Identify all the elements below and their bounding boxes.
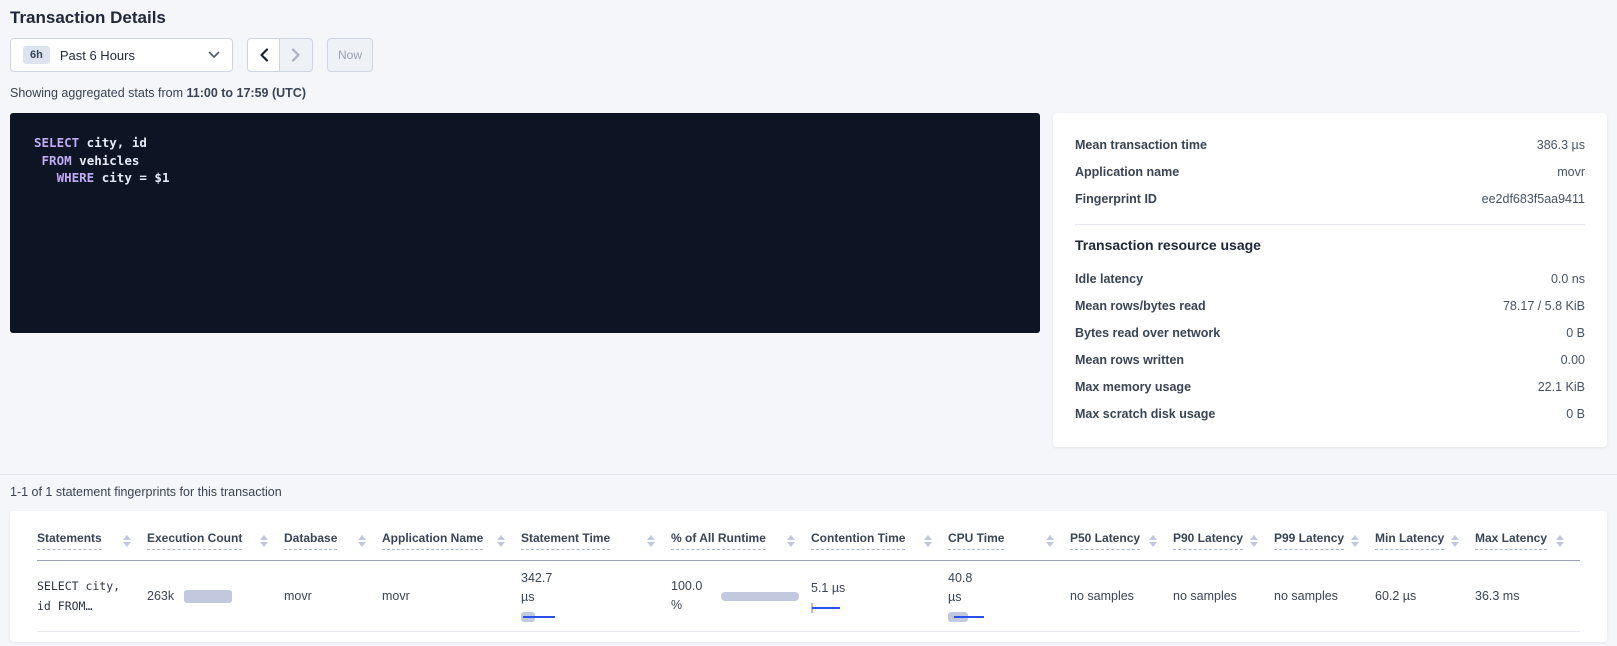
resource-row-idle-latency: Idle latency 0.0 ns bbox=[1075, 265, 1585, 292]
summary-divider bbox=[1075, 224, 1585, 225]
column-header-p50-latency[interactable]: P50 Latency bbox=[1070, 523, 1173, 561]
execution-count-bar bbox=[184, 590, 232, 603]
resource-row-max-memory-usage: Max memory usage 22.1 KiB bbox=[1075, 373, 1585, 400]
cell-application-name: movr bbox=[382, 561, 521, 632]
time-range-badge: 6h bbox=[23, 46, 50, 64]
sort-icon[interactable] bbox=[787, 535, 795, 547]
resource-row-max-scratch-disk-usage: Max scratch disk usage 0 B bbox=[1075, 400, 1585, 427]
now-button[interactable]: Now bbox=[327, 38, 373, 72]
aggregation-range-prefix: Showing aggregated stats from bbox=[10, 86, 187, 100]
cell-statement-time: 342.7 µs bbox=[521, 561, 671, 632]
statements-count-caption: 1-1 of 1 statement fingerprints for this… bbox=[10, 485, 1607, 499]
column-header-min-latency[interactable]: Min Latency bbox=[1375, 523, 1475, 561]
cell-pct-runtime: 100.0 % bbox=[671, 561, 811, 632]
time-range-dropdown[interactable]: 6h Past 6 Hours bbox=[10, 38, 233, 72]
sort-icon[interactable] bbox=[1250, 535, 1258, 547]
time-controls: 6h Past 6 Hours Now bbox=[10, 38, 1607, 72]
column-header-contention-time[interactable]: Contention Time bbox=[811, 523, 948, 561]
sql-keyword: SELECT bbox=[34, 135, 79, 150]
chevron-left-icon bbox=[259, 48, 269, 62]
aggregation-range-text: Showing aggregated stats from 11:00 to 1… bbox=[10, 86, 1607, 100]
column-header-execution-count[interactable]: Execution Count bbox=[147, 523, 284, 561]
previous-time-button[interactable] bbox=[247, 38, 280, 72]
chevron-right-icon bbox=[291, 48, 301, 62]
statements-table-card: Statements Execution Count Database Appl… bbox=[10, 511, 1607, 642]
statements-table: Statements Execution Count Database Appl… bbox=[37, 523, 1580, 632]
time-step-buttons bbox=[247, 38, 313, 72]
sql-statement-box: SELECT city, id FROM vehicles WHERE city… bbox=[10, 113, 1040, 333]
summary-row-application-name: Application name movr bbox=[1075, 158, 1585, 185]
column-header-statement-time[interactable]: Statement Time bbox=[521, 523, 671, 561]
sort-icon[interactable] bbox=[924, 535, 932, 547]
cell-statement: SELECT city,id FROM… bbox=[37, 561, 147, 632]
sql-line: SELECT city, id bbox=[34, 134, 1016, 152]
cell-min-latency: 60.2 µs bbox=[1375, 561, 1475, 632]
sql-line: WHERE city = $1 bbox=[34, 169, 1016, 187]
cell-contention-time: 5.1 µs bbox=[811, 561, 948, 632]
column-header-p99-latency[interactable]: P99 Latency bbox=[1274, 523, 1375, 561]
sql-keyword: FROM bbox=[42, 153, 72, 168]
column-header-statements[interactable]: Statements bbox=[37, 523, 147, 561]
column-header-database[interactable]: Database bbox=[284, 523, 382, 561]
cell-execution-count: 263k bbox=[147, 561, 284, 632]
sort-icon[interactable] bbox=[123, 535, 131, 547]
sort-icon[interactable] bbox=[358, 535, 366, 547]
cell-database: movr bbox=[284, 561, 382, 632]
sort-icon[interactable] bbox=[1351, 535, 1359, 547]
summary-row-fingerprint-id: Fingerprint ID ee2df683f5aa9411 bbox=[1075, 185, 1585, 212]
chevron-down-icon bbox=[208, 51, 220, 59]
column-header-p90-latency[interactable]: P90 Latency bbox=[1173, 523, 1274, 561]
transaction-summary-card: Mean transaction time 386.3 µs Applicati… bbox=[1053, 113, 1607, 447]
sort-icon[interactable] bbox=[497, 535, 505, 547]
cell-cpu-time: 40.8 µs bbox=[948, 561, 1070, 632]
table-header-row: Statements Execution Count Database Appl… bbox=[37, 523, 1580, 561]
sql-keyword: WHERE bbox=[57, 170, 95, 185]
sort-icon[interactable] bbox=[1451, 535, 1459, 547]
cell-p50-latency: no samples bbox=[1070, 561, 1173, 632]
resource-usage-heading: Transaction resource usage bbox=[1075, 237, 1585, 253]
aggregation-range-value: 11:00 to 17:59 (UTC) bbox=[187, 86, 306, 100]
statement-time-bar bbox=[521, 611, 573, 623]
cell-max-latency: 36.3 ms bbox=[1475, 561, 1580, 632]
resource-row-bytes-read-over-network: Bytes read over network 0 B bbox=[1075, 319, 1585, 346]
next-time-button[interactable] bbox=[280, 38, 313, 72]
time-range-label: Past 6 Hours bbox=[60, 48, 208, 63]
resource-row-mean-rows-bytes-read: Mean rows/bytes read 78.17 / 5.8 KiB bbox=[1075, 292, 1585, 319]
sort-icon[interactable] bbox=[260, 535, 268, 547]
cell-p99-latency: no samples bbox=[1274, 561, 1375, 632]
sort-icon[interactable] bbox=[1556, 535, 1564, 547]
cpu-time-bar bbox=[948, 611, 1000, 623]
pct-runtime-bar bbox=[721, 592, 799, 601]
sort-icon[interactable] bbox=[647, 535, 655, 547]
column-header-pct-runtime[interactable]: % of All Runtime bbox=[671, 523, 811, 561]
sql-line: FROM vehicles bbox=[34, 152, 1016, 170]
sort-icon[interactable] bbox=[1149, 535, 1157, 547]
column-header-application-name[interactable]: Application Name bbox=[382, 523, 521, 561]
page-title: Transaction Details bbox=[10, 8, 1607, 28]
summary-row-mean-transaction-time: Mean transaction time 386.3 µs bbox=[1075, 131, 1585, 158]
contention-time-bar bbox=[811, 602, 863, 614]
cell-p90-latency: no samples bbox=[1173, 561, 1274, 632]
resource-row-mean-rows-written: Mean rows written 0.00 bbox=[1075, 346, 1585, 373]
column-header-cpu-time[interactable]: CPU Time bbox=[948, 523, 1070, 561]
section-divider bbox=[0, 474, 1617, 475]
sort-icon[interactable] bbox=[1046, 535, 1054, 547]
column-header-max-latency[interactable]: Max Latency bbox=[1475, 523, 1580, 561]
statement-fingerprint-link[interactable]: SELECT city,id FROM… bbox=[37, 576, 120, 616]
table-row: SELECT city,id FROM… 263k movr movr 342.… bbox=[37, 561, 1580, 632]
